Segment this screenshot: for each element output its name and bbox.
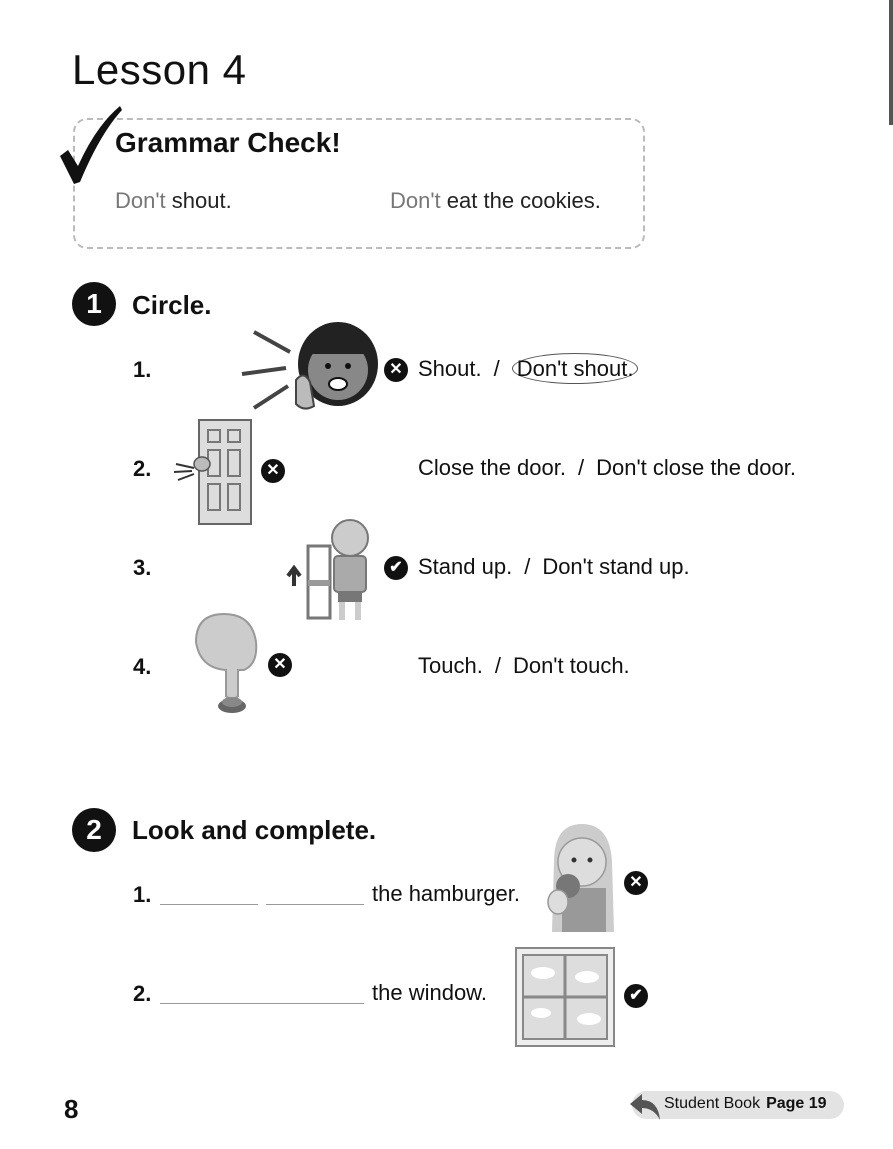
page-number: 8 <box>64 1094 79 1124</box>
cross-mark-icon: ✕ <box>384 358 408 382</box>
grammar-example-2: Don't eat the cookies. <box>390 188 601 214</box>
reference-label: Student Book <box>664 1095 761 1112</box>
door-knock-image <box>173 419 252 525</box>
answer-blank[interactable] <box>160 1003 364 1004</box>
section-1-number: 1 <box>72 282 116 326</box>
item-number: 1. <box>133 357 152 382</box>
choice-sentence: Touch. / Don't touch. <box>418 653 630 679</box>
window-image <box>515 947 615 1047</box>
grammar-check-title: Grammar Check! <box>115 127 341 158</box>
separator: / <box>494 653 501 678</box>
check-mark-icon: ✔ <box>384 556 408 580</box>
cross-mark-icon: ✕ <box>261 459 285 483</box>
example-rest: shout. <box>165 188 232 213</box>
shouting-girl-image <box>241 322 378 410</box>
item-number: 3. <box>133 555 152 580</box>
option-b: Don't close the door. <box>596 455 796 480</box>
return-arrow-icon <box>630 1094 660 1120</box>
finger-button-image <box>194 612 258 713</box>
option-a: Stand up. <box>418 554 513 579</box>
lesson-title: Lesson 4 <box>72 46 247 93</box>
option-a: Close the door. <box>418 455 566 480</box>
option-a: Shout. <box>418 356 482 381</box>
standing-girl-image <box>286 519 369 620</box>
cross-mark-icon: ✕ <box>268 653 292 677</box>
choice-sentence: Stand up. / Don't stand up. <box>418 554 690 580</box>
choice-sentence: Shout. / Don't shout. <box>418 353 639 384</box>
page-edge <box>889 0 893 125</box>
dont-word: Don't <box>390 188 441 213</box>
sentence-text: the window. <box>372 980 487 1005</box>
girl-eating-hamburger-image <box>547 824 614 932</box>
section-2-number: 2 <box>72 808 116 852</box>
option-b-circled: Don't shout. <box>511 353 639 384</box>
answer-blank[interactable] <box>266 904 364 905</box>
section-2-title: Look and complete. <box>132 815 377 845</box>
sentence-text: the hamburger. <box>372 881 520 906</box>
example-rest: eat the cookies. <box>440 188 601 213</box>
option-b: Don't stand up. <box>542 554 690 579</box>
grammar-example-1: Don't shout. <box>115 188 232 214</box>
section-1-title: Circle. <box>132 290 212 320</box>
item-number: 2. <box>133 981 152 1006</box>
separator: / <box>524 554 531 579</box>
answer-blank[interactable] <box>160 904 258 905</box>
option-a: Touch. <box>418 653 483 678</box>
cross-mark-icon: ✕ <box>624 871 648 895</box>
dont-word: Don't <box>115 188 166 213</box>
option-b: Don't touch. <box>512 653 630 678</box>
check-mark-icon: ✔ <box>624 984 648 1008</box>
item-number: 4. <box>133 654 152 679</box>
separator: / <box>493 356 500 381</box>
choice-sentence: Close the door. / Don't close the door. <box>418 455 796 481</box>
item-number: 2. <box>133 456 152 481</box>
reference-text: Student Book Page 19 <box>664 1095 827 1113</box>
reference-page: Page 19 <box>766 1095 827 1112</box>
item-number: 1. <box>133 882 152 907</box>
separator: / <box>577 455 585 480</box>
